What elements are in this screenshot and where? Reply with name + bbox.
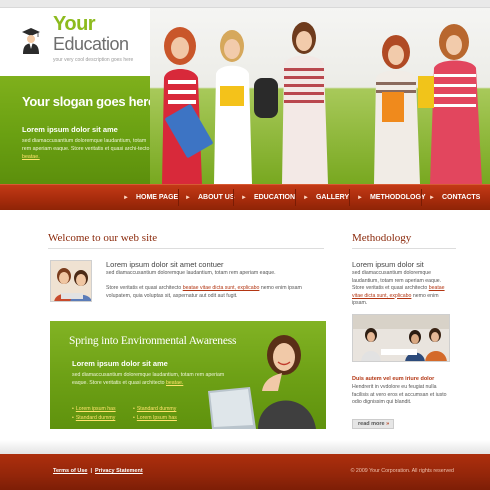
arrow-right-icon: ►	[241, 195, 247, 201]
terms-of-use-link[interactable]: Terms of Use	[53, 468, 87, 474]
footer-links: Terms of Use | Privacy Statement	[53, 468, 143, 474]
hero-photo	[150, 8, 490, 184]
welcome-title: Lorem ipsum dolor sit amet contuer	[106, 260, 224, 269]
nav-item-contacts[interactable]: ► CONTACTS	[429, 185, 480, 210]
methodology-image	[352, 314, 450, 362]
list-link-label: Standard dummy	[136, 406, 177, 412]
footer-shadow	[0, 440, 490, 454]
hero-text-body: sed diamaccusantium doloremque laudantiu…	[22, 138, 150, 152]
nav-label: METHODOLOGY	[369, 194, 426, 201]
list-link[interactable]: • Lorem ipsum has	[72, 406, 116, 412]
nav-label: ABOUT US	[197, 194, 235, 201]
bullet-icon: •	[133, 415, 135, 421]
read-more-button[interactable]: read more »	[352, 419, 394, 429]
nav-label: EDUCATION	[253, 194, 296, 201]
main-content: Welcome to our web site Lorem ipsum dolo…	[0, 210, 490, 440]
logo[interactable]: Your Education your very cool descriptio…	[0, 8, 150, 76]
methodology-paragraph: sed diamaccusantium doloremque laudantiu…	[352, 270, 454, 308]
arrow-right-icon: ►	[357, 195, 363, 201]
welcome-text: Store veritatis et quasi architecto	[106, 285, 183, 291]
spring-banner: Spring into Environmental Awareness Lore…	[50, 321, 326, 429]
slogan: Your slogan goes here	[22, 94, 155, 109]
logo-title-line1: Your	[53, 13, 96, 35]
nav-divider	[178, 189, 179, 206]
bullet-icon: •	[133, 406, 135, 412]
divider	[352, 248, 456, 249]
student-laptop-image	[208, 335, 316, 429]
arrow-right-icon: ►	[123, 195, 129, 201]
nav-label: GALLERY	[315, 194, 350, 201]
list-link[interactable]: • Standard dummy	[72, 415, 115, 421]
list-link-label: Lorem Ipsum has	[136, 415, 177, 421]
read-more-label: read more	[358, 421, 385, 427]
nav-divider	[421, 189, 422, 206]
bullet-icon: •	[72, 406, 74, 412]
welcome-heading: Welcome to our web site	[48, 232, 158, 244]
hero-link[interactable]: beatae.	[22, 154, 40, 160]
list-link[interactable]: • Lorem Ipsum has	[133, 415, 177, 421]
welcome-paragraph-2: Store veritatis et quasi architecto beat…	[106, 284, 326, 300]
top-band	[0, 0, 490, 8]
hero-panel: Your slogan goes here Lorem ipsum dolor …	[0, 76, 175, 184]
arrow-right-icon: ►	[185, 195, 191, 201]
nav-divider	[349, 189, 350, 206]
nav-item-methodology[interactable]: ► METHODOLOGY	[357, 185, 426, 210]
hero-subtitle: Lorem ipsum dolor sit ame	[22, 125, 118, 134]
nav-item-home[interactable]: ► HOME PAGE	[123, 185, 178, 210]
logo-title-line2: Education	[53, 34, 129, 54]
welcome-link[interactable]: beatae vitae dicta sunt, explicabo	[183, 285, 260, 291]
nav-item-about[interactable]: ► ABOUT US	[185, 185, 235, 210]
divider	[48, 248, 324, 249]
welcome-paragraph: sed diamaccusantium doloremque laudantiu…	[106, 270, 276, 276]
arrow-right-icon: »	[386, 421, 390, 427]
classroom-image	[353, 315, 449, 361]
arrow-right-icon: ►	[303, 195, 309, 201]
students-thumbnail-image	[51, 261, 91, 301]
logo-description: your very cool description goes here	[53, 57, 134, 63]
spring-subtitle: Lorem ipsum dolor sit ame	[72, 359, 168, 368]
welcome-thumbnail	[50, 260, 92, 302]
methodology-paragraph-2: Hendrerit in vvdolore eu feugiat nulla f…	[352, 384, 447, 405]
footer: Terms of Use | Privacy Statement © 2009 Yo…	[0, 454, 490, 490]
hero-text: sed diamaccusantium doloremque laudantiu…	[22, 137, 150, 161]
logo-title: Your Education	[53, 14, 129, 54]
spring-link[interactable]: beatae.	[166, 380, 183, 386]
students-photo	[150, 8, 490, 184]
main-nav: ► HOME PAGE ► ABOUT US ► EDUCATION ► GALLERY…	[0, 184, 490, 210]
nav-label: HOME PAGE	[135, 194, 179, 201]
privacy-statement-link[interactable]: Privacy Statement	[95, 468, 143, 474]
list-link-label: Lorem ipsum has	[75, 406, 116, 412]
nav-label: CONTACTS	[441, 194, 481, 201]
footer-separator: |	[90, 468, 92, 474]
header: Your Education your very cool descriptio…	[0, 8, 490, 184]
arrow-right-icon: ►	[429, 195, 435, 201]
copyright: © 2009 Your Corporation. All rights rese…	[350, 468, 454, 474]
bullet-icon: •	[72, 415, 74, 421]
methodology-subtitle: Duis autem vel eum iriure dolor	[352, 376, 435, 382]
nav-item-education[interactable]: ► EDUCATION	[241, 185, 295, 210]
list-link-label: Standard dummy	[75, 415, 116, 421]
graduate-icon	[22, 28, 40, 54]
methodology-heading: Methodology	[352, 232, 412, 244]
nav-item-gallery[interactable]: ► GALLERY	[303, 185, 349, 210]
nav-divider	[295, 189, 296, 206]
methodology-title: Lorem ipsum dolor sit	[352, 260, 424, 269]
list-link[interactable]: • Standard dummy	[133, 406, 176, 412]
nav-divider	[233, 189, 234, 206]
